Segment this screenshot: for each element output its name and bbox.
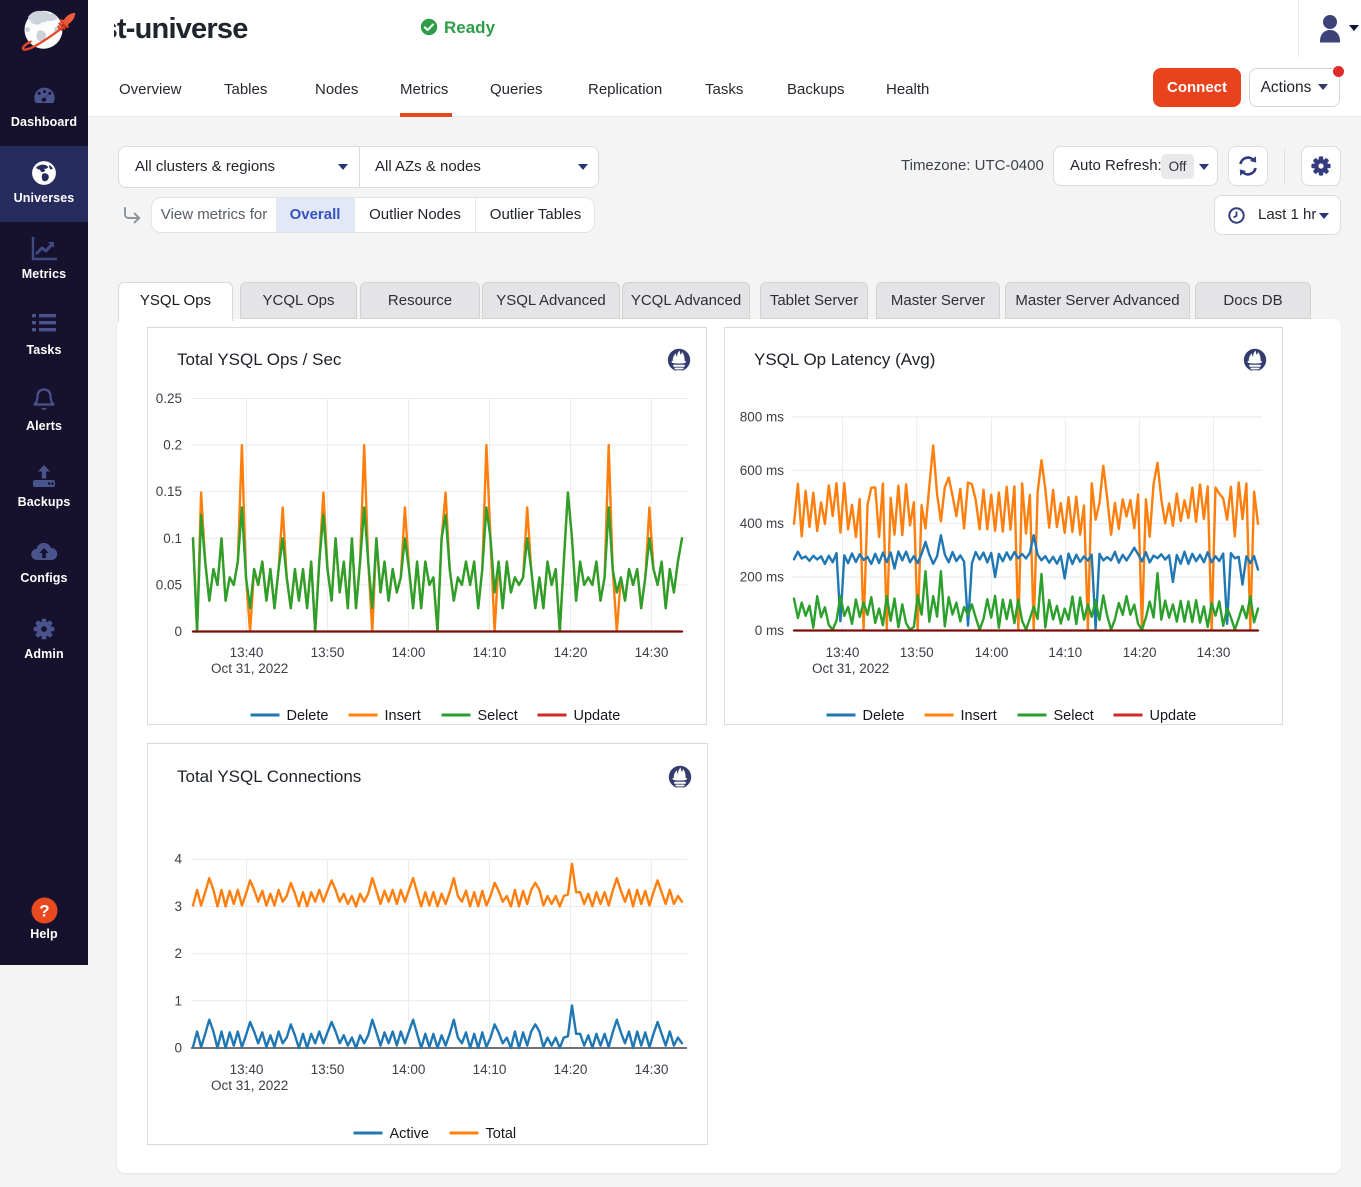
svg-text:13:40: 13:40	[230, 1062, 264, 1077]
svg-text:0.2: 0.2	[163, 438, 182, 453]
svg-text:Oct 31, 2022: Oct 31, 2022	[812, 661, 889, 676]
svg-text:400 ms: 400 ms	[740, 516, 785, 531]
svg-text:14:00: 14:00	[392, 1062, 426, 1077]
svg-text:Total YSQL Ops / Sec: Total YSQL Ops / Sec	[177, 350, 342, 369]
svg-text:Delete: Delete	[287, 708, 329, 724]
svg-text:Total YSQL Connections: Total YSQL Connections	[177, 767, 361, 786]
svg-text:1: 1	[174, 993, 182, 1008]
svg-text:600 ms: 600 ms	[740, 463, 785, 478]
svg-text:?: ?	[39, 902, 49, 921]
svg-text:Active: Active	[390, 1126, 430, 1142]
svg-text:Select: Select	[478, 708, 518, 724]
svg-text:4: 4	[174, 852, 182, 867]
svg-text:Select: Select	[1054, 708, 1094, 724]
svg-text:14:10: 14:10	[1048, 645, 1082, 660]
svg-text:13:50: 13:50	[900, 645, 934, 660]
svg-text:Oct 31, 2022: Oct 31, 2022	[211, 1078, 288, 1093]
svg-text:0.15: 0.15	[156, 484, 182, 499]
svg-text:14:20: 14:20	[1123, 645, 1157, 660]
svg-text:14:30: 14:30	[1197, 645, 1231, 660]
svg-text:14:00: 14:00	[392, 645, 426, 660]
svg-text:0.25: 0.25	[156, 391, 182, 406]
svg-text:Insert: Insert	[961, 708, 997, 724]
svg-text:Delete: Delete	[863, 708, 905, 724]
svg-text:3: 3	[174, 899, 182, 914]
svg-text:13:40: 13:40	[826, 645, 860, 660]
svg-text:14:00: 14:00	[975, 645, 1009, 660]
svg-text:14:30: 14:30	[635, 1062, 669, 1077]
svg-text:0.1: 0.1	[163, 531, 182, 546]
svg-text:13:50: 13:50	[311, 1062, 345, 1077]
svg-text:14:10: 14:10	[473, 1062, 507, 1077]
svg-text:Total: Total	[486, 1126, 517, 1142]
svg-text:Update: Update	[574, 708, 621, 724]
svg-text:14:20: 14:20	[554, 645, 588, 660]
svg-text:200 ms: 200 ms	[740, 570, 785, 585]
svg-text:0: 0	[174, 624, 182, 639]
svg-text:YSQL Op Latency (Avg): YSQL Op Latency (Avg)	[754, 350, 935, 369]
svg-text:0: 0	[174, 1041, 182, 1056]
svg-text:14:20: 14:20	[554, 1062, 588, 1077]
svg-text:2: 2	[174, 946, 182, 961]
svg-text:14:10: 14:10	[473, 645, 507, 660]
svg-text:800 ms: 800 ms	[740, 409, 785, 424]
svg-text:Oct 31, 2022: Oct 31, 2022	[211, 661, 288, 676]
svg-text:13:50: 13:50	[311, 645, 345, 660]
svg-text:Update: Update	[1150, 708, 1197, 724]
svg-text:14:30: 14:30	[635, 645, 669, 660]
svg-text:0 ms: 0 ms	[755, 623, 785, 638]
svg-text:Insert: Insert	[385, 708, 421, 724]
svg-text:13:40: 13:40	[230, 645, 264, 660]
svg-text:0.05: 0.05	[156, 577, 182, 592]
